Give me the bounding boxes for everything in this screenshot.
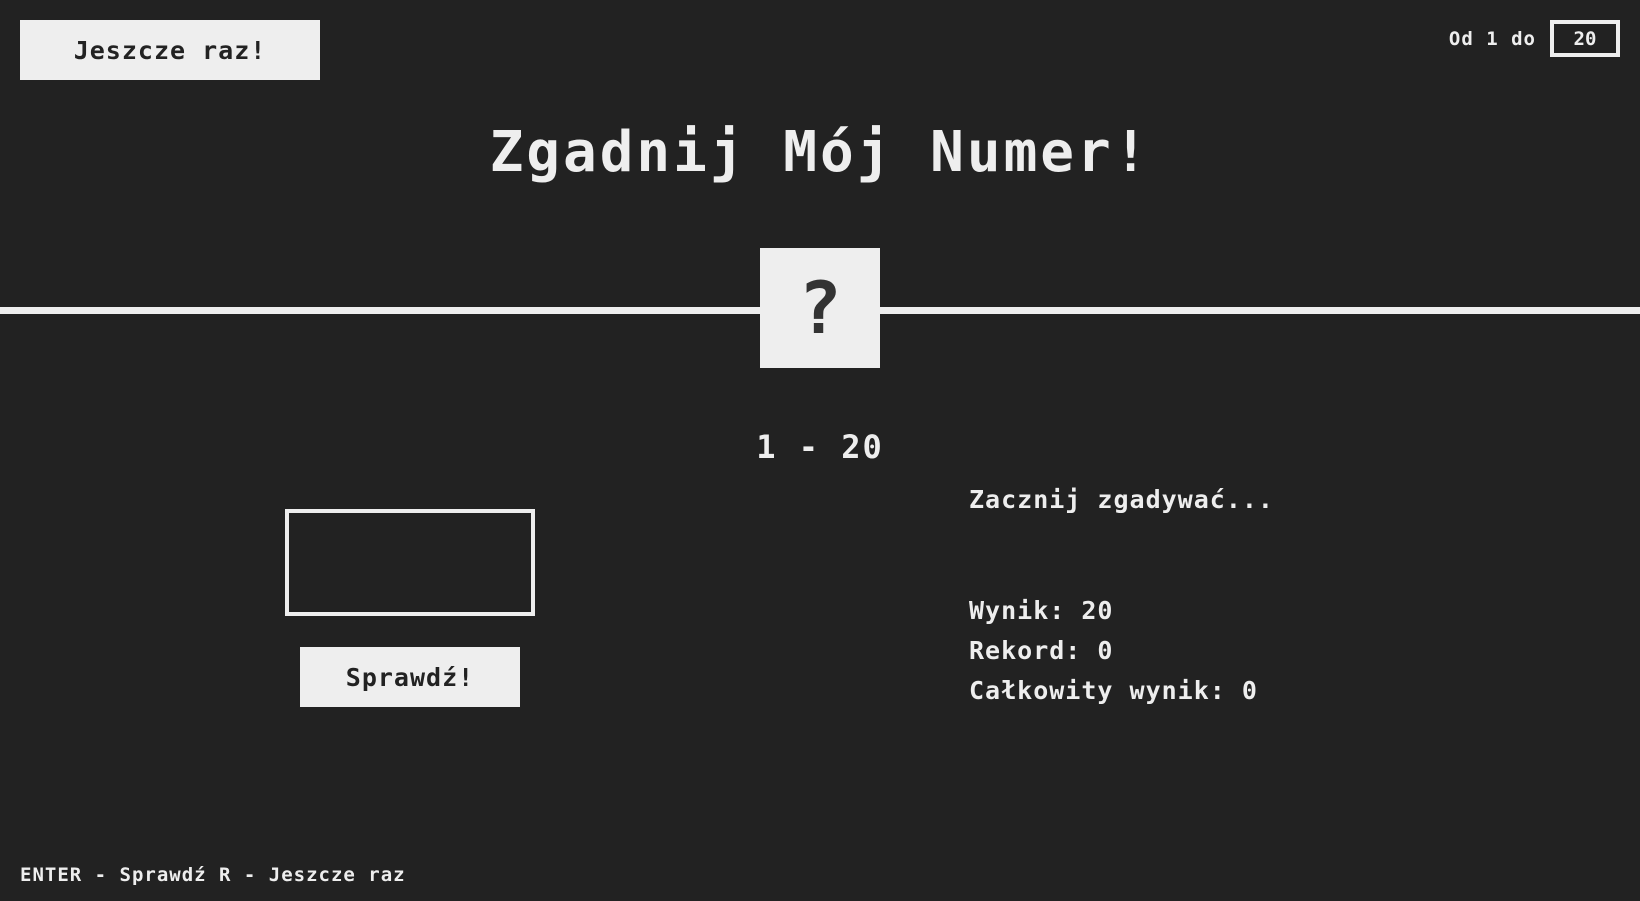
score-row: Wynik: 20 [969, 596, 1113, 625]
secret-number-box: ? [760, 248, 880, 368]
highscore-row: Rekord: 0 [969, 636, 1113, 665]
total-score-label: Całkowity wynik: [969, 676, 1226, 705]
guess-input[interactable] [285, 509, 535, 616]
highscore-label: Rekord: [969, 636, 1082, 665]
highscore-value: 0 [1097, 636, 1114, 665]
page-title: Zgadnij Mój Numer! [489, 120, 1151, 185]
range-label: Od 1 do [1448, 27, 1536, 50]
total-score-row: Całkowity wynik: 0 [969, 676, 1258, 705]
status-message: Zacznij zgadywać... [969, 485, 1274, 514]
question-mark-icon: ? [798, 266, 842, 350]
game-page: Jeszcze raz! Od 1 do 20 Zgadnij Mój Nume… [0, 0, 1640, 901]
again-button[interactable]: Jeszcze raz! [20, 20, 320, 80]
total-score-value: 0 [1241, 676, 1258, 705]
range-display: 1 - 20 [756, 428, 884, 466]
range-max-input[interactable]: 20 [1550, 20, 1620, 57]
keyboard-hint: ENTER - Sprawdź R - Jeszcze raz [20, 864, 406, 886]
range-setting: Od 1 do 20 [1449, 20, 1620, 57]
score-label: Wynik: [969, 596, 1066, 625]
score-value: 20 [1081, 596, 1114, 625]
check-button[interactable]: Sprawdź! [300, 647, 520, 707]
